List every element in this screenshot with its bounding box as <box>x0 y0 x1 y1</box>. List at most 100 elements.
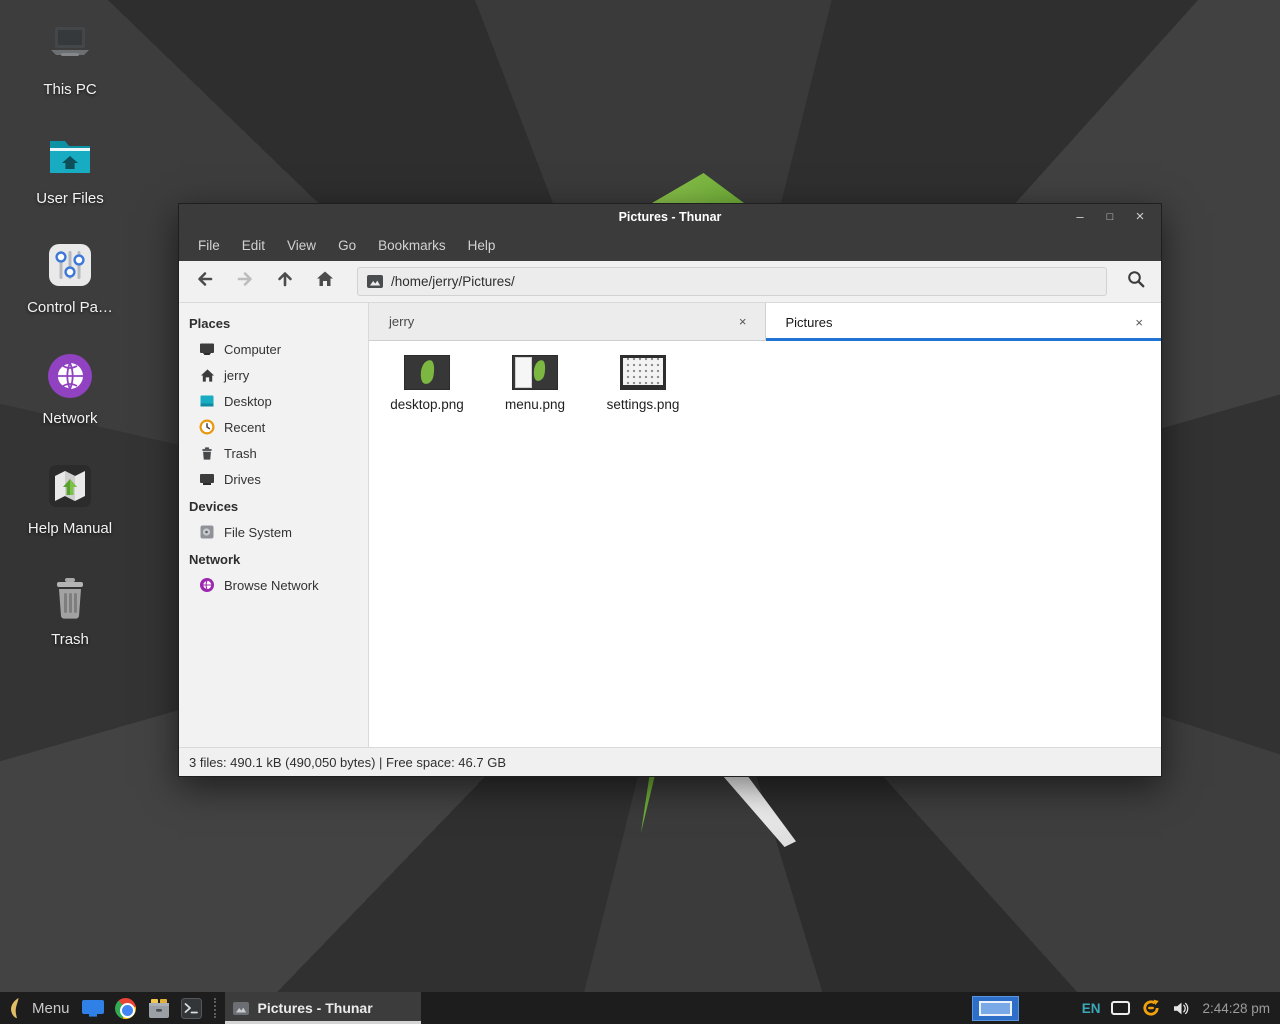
menu-help[interactable]: Help <box>457 232 507 259</box>
sidebar-item-label: jerry <box>224 368 249 383</box>
show-desktop-button[interactable] <box>80 995 106 1021</box>
desktop-icon <box>199 393 215 409</box>
home-button[interactable] <box>307 266 343 298</box>
sidebar-item-label: Desktop <box>224 394 272 409</box>
image-thumbnail <box>512 355 558 390</box>
mint-menu-button[interactable] <box>7 995 25 1021</box>
clock[interactable]: 2:44:28 pm <box>1202 1001 1270 1016</box>
menu-button-label[interactable]: Menu <box>32 1000 70 1017</box>
file-menu-png[interactable]: menu.png <box>487 355 583 412</box>
settings-window-thumbnail-shape <box>623 358 663 385</box>
display-settings-icon[interactable] <box>1111 1001 1130 1015</box>
tab-close-icon[interactable]: × <box>1131 313 1147 332</box>
maximize-button[interactable]: □ <box>1095 204 1125 229</box>
sidebar-item-file-system[interactable]: File System <box>179 519 368 545</box>
drives-icon <box>199 471 215 487</box>
forward-arrow-icon <box>235 269 255 294</box>
sidebar-section-network: Network <box>179 545 368 572</box>
sidebar-item-desktop[interactable]: Desktop <box>179 388 368 414</box>
volume-icon[interactable] <box>1172 1000 1189 1017</box>
mint-logo-thumbnail-shape <box>532 359 546 381</box>
control-panel-icon <box>0 240 140 290</box>
desktop-icon-control-panel[interactable]: Control Pa… <box>0 240 140 316</box>
sidebar-item-label: Recent <box>224 420 265 435</box>
update-manager-icon[interactable] <box>1141 998 1161 1018</box>
sidebar-item-recent[interactable]: Recent <box>179 414 368 440</box>
image-thumbnail <box>620 355 666 390</box>
search-icon <box>1126 269 1146 294</box>
status-text: 3 files: 490.1 kB (490,050 bytes) | Free… <box>189 755 506 770</box>
desktop-icon-help-manual[interactable]: Help Manual <box>0 461 140 537</box>
tab-close-icon[interactable]: × <box>735 312 751 331</box>
computer-icon <box>199 341 215 357</box>
desktop-icon-label: Control Pa… <box>0 299 140 316</box>
file-view[interactable]: desktop.png menu.png settings.png <box>369 341 1161 747</box>
file-settings-png[interactable]: settings.png <box>595 355 691 412</box>
desktop-icon-this-pc[interactable]: This PC <box>0 20 140 98</box>
desktop-icon-user-files[interactable]: User Files <box>0 131 140 207</box>
menu-view[interactable]: View <box>276 232 327 259</box>
blue-display-icon <box>81 999 105 1018</box>
workspace-switcher[interactable] <box>972 996 1019 1021</box>
menu-file[interactable]: File <box>187 232 231 259</box>
sidebar-item-computer[interactable]: Computer <box>179 336 368 362</box>
active-tab-indicator <box>766 338 1162 341</box>
menu-bar: File Edit View Go Bookmarks Help <box>179 229 1161 261</box>
menu-bookmarks[interactable]: Bookmarks <box>367 232 457 259</box>
file-manager-launcher[interactable] <box>146 995 172 1021</box>
up-button[interactable] <box>267 266 303 298</box>
menu-go[interactable]: Go <box>327 232 367 259</box>
desktop-icon-label: Help Manual <box>0 520 140 537</box>
sidebar-item-label: File System <box>224 525 292 540</box>
wallpaper-mint-logo-bottom-fragment <box>640 777 662 833</box>
chrome-launcher[interactable] <box>113 995 139 1021</box>
thunar-window: Pictures - Thunar – □ × File Edit View G… <box>178 203 1162 777</box>
sidebar-item-browse-network[interactable]: Browse Network <box>179 572 368 598</box>
back-arrow-icon <box>195 269 215 294</box>
sidebar-item-label: Computer <box>224 342 281 357</box>
window-titlebar[interactable]: Pictures - Thunar – □ × <box>179 204 1161 229</box>
laptop-icon <box>0 20 140 72</box>
image-location-icon <box>367 275 383 288</box>
sidebar-item-jerry[interactable]: jerry <box>179 362 368 388</box>
harddisk-icon <box>199 524 215 540</box>
sidebar-item-trash[interactable]: Trash <box>179 440 368 466</box>
up-arrow-icon <box>275 269 295 294</box>
close-button[interactable]: × <box>1125 204 1155 229</box>
desktop-icon-network[interactable]: Network <box>0 351 140 427</box>
taskbar: Menu Pictures - Thunar EN <box>0 992 1280 1024</box>
thunar-task-icon <box>233 1002 249 1015</box>
desktop-icon-trash[interactable]: Trash <box>0 574 140 648</box>
path-bar[interactable]: /home/jerry/Pictures/ <box>357 267 1107 296</box>
path-text: /home/jerry/Pictures/ <box>391 274 515 289</box>
forward-button[interactable] <box>227 266 263 298</box>
search-button[interactable] <box>1119 266 1153 298</box>
toolbar: /home/jerry/Pictures/ <box>179 261 1161 303</box>
desktop-icon-label: Network <box>0 410 140 427</box>
mint-leaf-icon <box>9 997 23 1019</box>
tab-jerry[interactable]: jerry × <box>369 303 766 341</box>
status-bar: 3 files: 490.1 kB (490,050 bytes) | Free… <box>179 747 1161 776</box>
menu-panel-thumbnail-shape <box>516 358 531 387</box>
sidebar-item-label: Browse Network <box>224 578 319 593</box>
sidebar-item-label: Drives <box>224 472 261 487</box>
network-globe-icon <box>199 577 215 593</box>
file-name: desktop.png <box>390 397 464 412</box>
minimize-button[interactable]: – <box>1065 204 1095 229</box>
tab-pictures[interactable]: Pictures × <box>766 303 1162 341</box>
terminal-launcher[interactable] <box>179 995 205 1021</box>
file-desktop-png[interactable]: desktop.png <box>379 355 475 412</box>
back-button[interactable] <box>187 266 223 298</box>
desktop-icon-label: This PC <box>0 81 140 98</box>
menu-edit[interactable]: Edit <box>231 232 276 259</box>
sidebar-item-label: Trash <box>224 446 257 461</box>
sidebar-item-drives[interactable]: Drives <box>179 466 368 492</box>
tab-label: Pictures <box>786 315 1132 330</box>
terminal-icon <box>181 998 202 1019</box>
home-icon <box>199 367 215 383</box>
image-thumbnail <box>404 355 450 390</box>
task-button-thunar[interactable]: Pictures - Thunar <box>225 992 421 1024</box>
keyboard-layout-indicator[interactable]: EN <box>1082 1001 1101 1016</box>
chrome-icon <box>115 998 136 1019</box>
sidebar: Places Computer jerry Desktop <box>179 303 369 747</box>
